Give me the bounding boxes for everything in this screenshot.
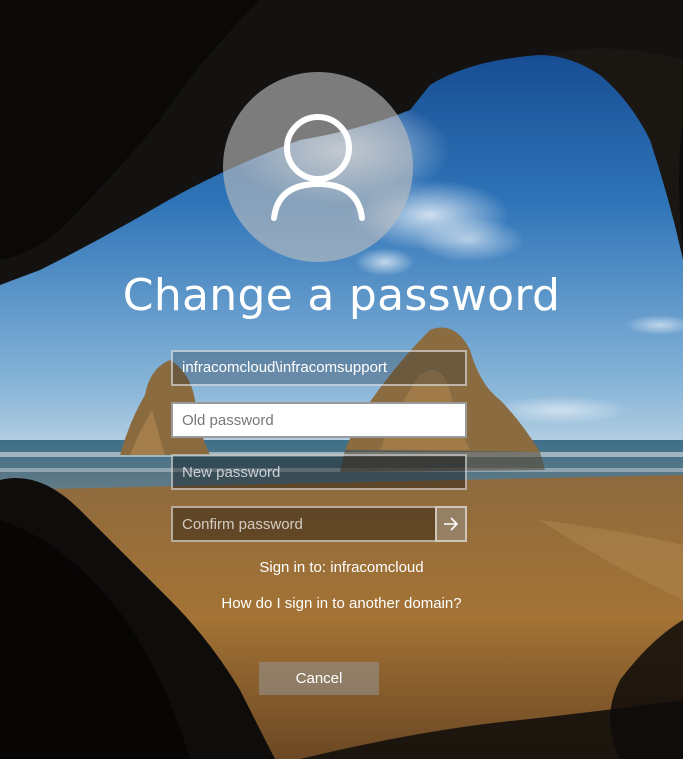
submit-button[interactable] <box>435 506 467 542</box>
user-avatar <box>223 72 413 262</box>
username-display: infracomcloud\infracomsupport <box>171 350 467 386</box>
user-silhouette-icon <box>271 114 365 221</box>
sign-in-domain-text: Sign in to: infracomcloud <box>259 559 424 576</box>
other-domain-link-row: How do I sign in to another domain? <box>0 595 683 612</box>
old-password-input[interactable] <box>171 402 467 438</box>
arrow-right-icon <box>444 517 459 531</box>
lock-screen: Change a password infracomcloud\infracom… <box>0 0 683 759</box>
other-domain-link[interactable]: How do I sign in to another domain? <box>221 595 461 612</box>
confirm-password-input[interactable] <box>171 506 435 542</box>
cancel-button[interactable]: Cancel <box>259 662 379 695</box>
new-password-input[interactable] <box>171 454 467 490</box>
page-title: Change a password <box>122 270 561 321</box>
